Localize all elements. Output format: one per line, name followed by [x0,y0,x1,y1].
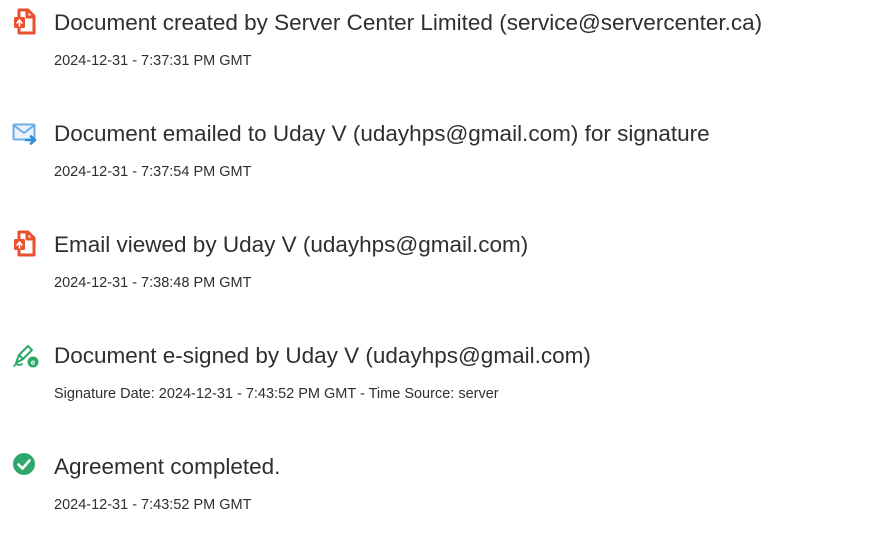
event-title: Document created by Server Center Limite… [54,10,763,35]
event-title: Document emailed to Uday V (udayhps@gmai… [54,121,710,146]
event-title: Email viewed by Uday V (udayhps@gmail.co… [54,232,529,257]
email-viewed-icon [12,230,40,258]
event-timestamp: 2024-12-31 - 7:37:31 PM GMT [54,53,252,69]
check-circle-icon [12,452,40,480]
event-title: Document e-signed by Uday V (udayhps@gma… [54,343,591,368]
event-document-created: Document created by Server Center Limite… [12,8,888,88]
document-created-icon [12,8,40,36]
event-document-emailed: Document emailed to Uday V (udayhps@gmai… [12,119,888,199]
event-timestamp: 2024-12-31 - 7:38:48 PM GMT [54,275,252,291]
svg-text:e: e [31,358,36,367]
event-timestamp: Signature Date: 2024-12-31 - 7:43:52 PM … [54,386,499,402]
event-title: Agreement completed. [54,454,281,479]
event-document-signed: e Document e-signed by Uday V (udayhps@g… [12,341,888,421]
e-sign-pen-icon: e [12,341,40,369]
event-timestamp: 2024-12-31 - 7:43:52 PM GMT [54,497,252,513]
event-timestamp: 2024-12-31 - 7:37:54 PM GMT [54,164,252,180]
email-sent-icon [12,119,40,147]
event-agreement-completed: Agreement completed. 2024-12-31 - 7:43:5… [12,452,888,532]
event-email-viewed: Email viewed by Uday V (udayhps@gmail.co… [12,230,888,310]
